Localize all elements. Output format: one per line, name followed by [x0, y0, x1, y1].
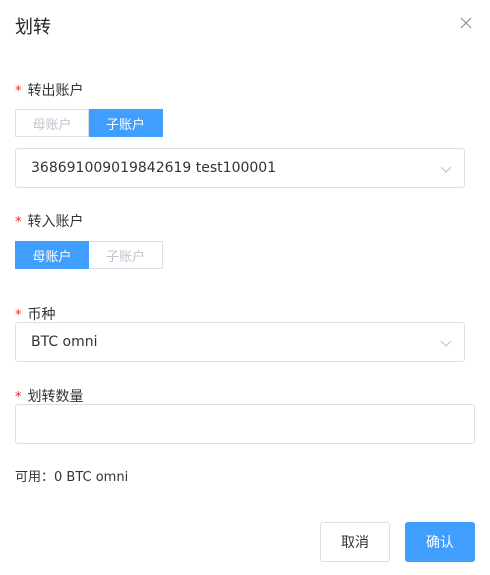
from-account-toggle: 母账户 子账户	[15, 109, 163, 137]
required-mark: *	[15, 215, 22, 230]
amount-label: * 划转数量	[15, 386, 84, 406]
from-account-label-text: 转出账户	[27, 83, 84, 99]
dialog-title: 划转	[15, 17, 51, 38]
to-parent-account-option[interactable]: 母账户	[15, 241, 89, 269]
currency-label: * 币种	[15, 304, 56, 324]
to-account-label-text: 转入账户	[27, 214, 84, 230]
to-account-label: * 转入账户	[15, 211, 84, 231]
required-mark: *	[15, 84, 22, 99]
required-mark: *	[15, 308, 22, 323]
amount-label-text: 划转数量	[27, 389, 84, 405]
chevron-down-icon	[440, 163, 452, 175]
from-account-select[interactable]: 368691009019842619 test100001	[15, 148, 465, 188]
from-account-label: * 转出账户	[15, 80, 84, 100]
currency-select[interactable]: BTC omni	[15, 322, 465, 362]
to-account-toggle: 母账户 子账户	[15, 241, 163, 269]
required-mark: *	[15, 390, 22, 405]
chevron-down-icon	[440, 337, 452, 349]
close-icon[interactable]	[459, 16, 473, 30]
amount-input[interactable]	[15, 404, 475, 444]
cancel-button[interactable]: 取消	[320, 522, 390, 562]
from-parent-account-option[interactable]: 母账户	[15, 109, 89, 137]
from-sub-account-option[interactable]: 子账户	[89, 109, 163, 137]
to-sub-account-option[interactable]: 子账户	[89, 241, 163, 269]
confirm-button[interactable]: 确认	[405, 522, 475, 562]
available-balance: 可用：0 BTC omni	[15, 470, 129, 485]
currency-label-text: 币种	[27, 307, 56, 323]
currency-select-value: BTC omni	[31, 334, 98, 350]
from-account-select-value: 368691009019842619 test100001	[31, 160, 277, 176]
